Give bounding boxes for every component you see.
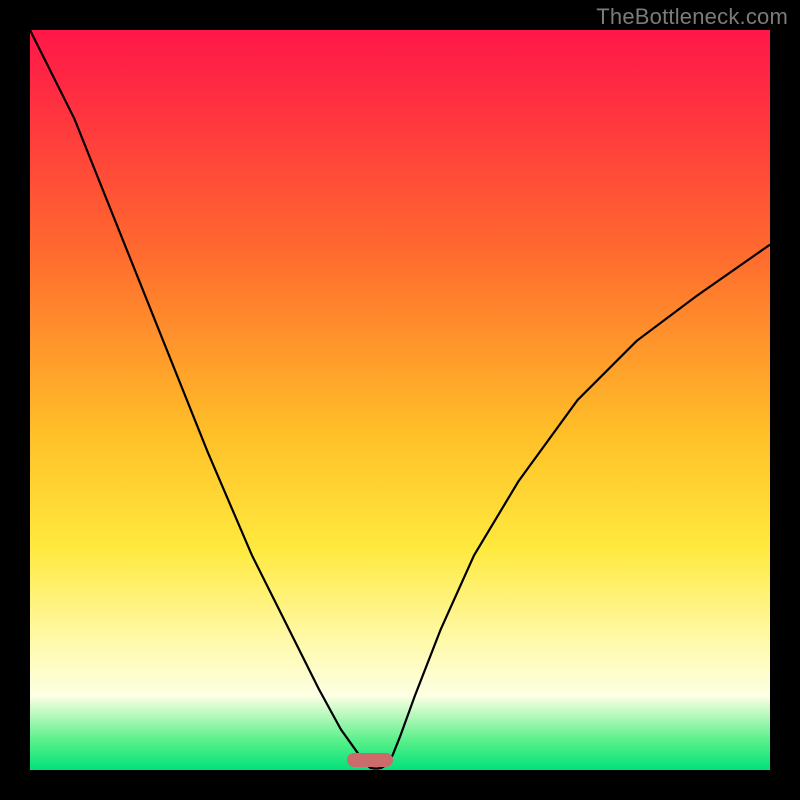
optimal-marker bbox=[347, 753, 393, 767]
bottleneck-curve bbox=[30, 30, 770, 770]
chart-frame: TheBottleneck.com bbox=[0, 0, 800, 800]
plot-area bbox=[30, 30, 770, 770]
curve-path bbox=[30, 30, 770, 769]
watermark-text: TheBottleneck.com bbox=[596, 4, 788, 30]
